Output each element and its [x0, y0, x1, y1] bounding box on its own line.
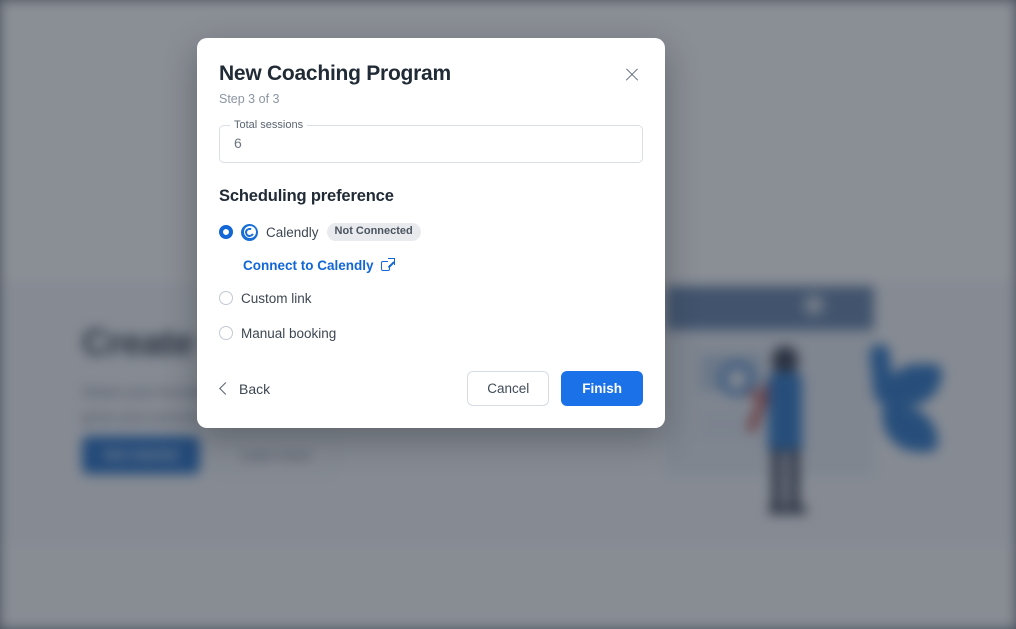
radio-calendly-control[interactable]: [219, 225, 233, 240]
scheduling-preference-heading: Scheduling preference: [219, 187, 394, 206]
step-indicator: Step 3 of 3: [219, 92, 280, 107]
dialog-title: New Coaching Program: [219, 62, 451, 85]
radio-manual-booking-label: Manual booking: [241, 325, 337, 341]
back-button-label: Back: [239, 380, 271, 397]
radio-calendly-label: Calendly: [266, 224, 319, 240]
radio-custom-link-label: Custom link: [241, 290, 312, 306]
back-button[interactable]: Back: [219, 375, 272, 403]
footer-actions: Cancel Finish: [467, 371, 643, 407]
chevron-left-icon: [219, 382, 232, 396]
scheduling-preference-radio-group: Calendly Not Connected Connect to Calend…: [219, 220, 643, 345]
total-sessions-field[interactable]: Total sessions 6: [219, 118, 643, 164]
total-sessions-label: Total sessions: [230, 118, 308, 133]
calendly-logo-icon: [241, 223, 258, 241]
connect-to-calendly-row[interactable]: Connect to Calendly: [243, 255, 643, 275]
radio-option-calendly[interactable]: Calendly Not Connected: [219, 220, 643, 244]
total-sessions-input[interactable]: 6: [234, 135, 242, 151]
radio-custom-link-control[interactable]: [219, 291, 233, 306]
radio-option-manual-booking[interactable]: Manual booking: [219, 321, 643, 345]
finish-button[interactable]: Finish: [561, 371, 643, 407]
status-badge: Not Connected: [326, 223, 421, 242]
new-coaching-program-dialog: New Coaching Program Step 3 of 3 Total s…: [197, 38, 665, 429]
radio-option-custom-link[interactable]: Custom link: [219, 286, 643, 310]
close-icon[interactable]: [621, 64, 643, 86]
connect-to-calendly-link[interactable]: Connect to Calendly: [243, 258, 374, 273]
screen: Create your coaching program Share your …: [0, 0, 1016, 629]
cancel-button[interactable]: Cancel: [467, 371, 550, 407]
dialog-header: New Coaching Program: [219, 62, 643, 86]
dialog-footer: Back Cancel Finish: [219, 371, 643, 407]
external-link-icon: [380, 257, 395, 272]
radio-manual-booking-control[interactable]: [219, 326, 233, 341]
